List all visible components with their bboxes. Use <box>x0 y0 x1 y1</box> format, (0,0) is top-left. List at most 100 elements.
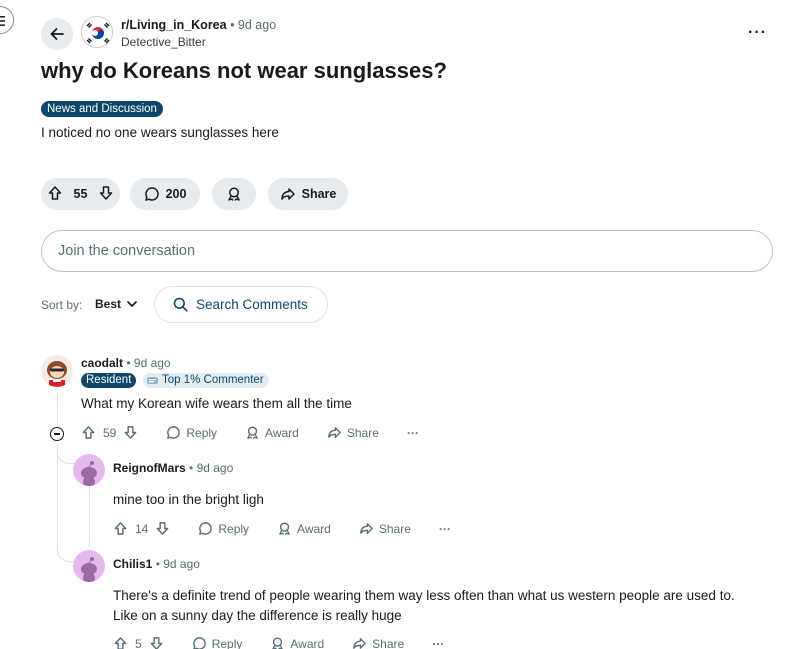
subreddit-avatar[interactable] <box>81 16 113 48</box>
comment-vote-count: 5 <box>135 636 142 649</box>
reply-button[interactable]: Reply <box>192 636 242 649</box>
downvote-icon[interactable] <box>155 521 170 536</box>
comment-vote-bar: 14 <box>113 521 170 536</box>
comment-author-line: Chilis1 • 9d ago <box>113 557 200 571</box>
post-vote-bar: 55 <box>41 178 120 210</box>
thread-line <box>57 444 58 554</box>
sort-dropdown[interactable]: Best <box>95 297 137 311</box>
share-button[interactable]: Share <box>359 521 411 536</box>
share-button[interactable]: Share <box>352 636 404 649</box>
post-more-button[interactable]: ··· <box>748 24 767 42</box>
comment-vote-count: 59 <box>103 425 117 440</box>
downvote-icon[interactable] <box>149 636 164 649</box>
collapse-thread-button[interactable] <box>50 427 64 441</box>
comment-avatar[interactable] <box>73 454 105 486</box>
comment-author[interactable]: Chilis1 <box>113 557 152 571</box>
comment-author-line: ReignofMars • 9d ago <box>113 461 233 475</box>
comment-text: mine too in the bright ligh <box>113 492 264 507</box>
award-button[interactable]: Award <box>277 521 331 536</box>
award-icon <box>272 637 284 649</box>
top-commenter-icon <box>147 377 158 384</box>
comment-text: There's a definite trend of people weari… <box>113 586 783 626</box>
arrow-left-icon <box>50 28 64 40</box>
share-icon <box>353 638 366 649</box>
post-flair[interactable]: News and Discussion <box>41 101 163 117</box>
sort-by-label: Sort by: <box>41 298 83 312</box>
comment-more-button[interactable]: ··· <box>439 522 451 536</box>
thread-line <box>89 486 90 546</box>
chevron-down-icon <box>127 301 137 307</box>
reply-label: Reply <box>218 521 250 536</box>
reply-button[interactable]: Reply <box>198 521 249 536</box>
comment-vote-bar: 5 <box>113 636 164 649</box>
upvote-icon[interactable] <box>113 636 128 649</box>
post-title: why do Koreans not wear sunglasses? <box>41 58 447 83</box>
share-button[interactable]: Share <box>268 178 348 210</box>
resident-badge: Resident <box>81 373 137 388</box>
top-commenter-label: Top 1% Commenter <box>162 374 264 386</box>
korea-flag-icon <box>82 17 112 47</box>
share-icon <box>328 427 341 438</box>
search-comments-button[interactable]: Search Comments <box>154 286 328 323</box>
award-button[interactable] <box>212 178 256 210</box>
award-button[interactable]: Award <box>270 636 324 649</box>
upvote-icon[interactable] <box>81 425 96 440</box>
award-label: Award <box>290 636 325 649</box>
share-button[interactable]: Share <box>327 425 379 440</box>
comment-time: • 9d ago <box>155 557 200 571</box>
downvote-button[interactable] <box>98 185 114 204</box>
award-label: Award <box>265 425 299 440</box>
comment-author[interactable]: ReignofMars <box>113 461 186 475</box>
comment-bubble-icon <box>144 187 159 201</box>
subreddit-link[interactable]: r/Living_in_Korea <box>121 18 227 32</box>
share-label: Share <box>346 425 379 440</box>
thread-branch <box>57 540 75 562</box>
post-author[interactable]: Detective_Bitter <box>121 35 206 49</box>
comments-button[interactable]: 200 <box>130 178 200 210</box>
reply-button[interactable]: Reply <box>166 425 217 440</box>
comment-bubble-icon <box>199 522 213 535</box>
share-label: Share <box>372 636 405 649</box>
comment-actions: 5 Reply Award Share ··· <box>113 636 444 649</box>
comment-author-line: caodalt • 9d ago <box>81 356 171 370</box>
award-button[interactable]: Award <box>245 425 299 440</box>
upvote-icon[interactable] <box>113 521 128 536</box>
comment-time: • 9d ago <box>126 356 171 370</box>
award-icon <box>228 187 240 201</box>
comment-more-button[interactable]: ··· <box>407 426 419 440</box>
reply-label: Reply <box>186 425 218 440</box>
award-icon <box>247 426 258 439</box>
post-time: • 9d ago <box>230 18 277 32</box>
comment-author[interactable]: caodalt <box>81 356 123 370</box>
thread-branch <box>57 444 75 464</box>
share-label: Share <box>301 187 337 201</box>
comment-more-button[interactable]: ··· <box>432 637 444 649</box>
downvote-icon[interactable] <box>123 425 138 440</box>
thread-line <box>57 392 58 425</box>
post-body: I noticed no one wears sunglasses here <box>41 125 279 140</box>
comment-time: • 9d ago <box>189 461 234 475</box>
menu-button[interactable] <box>0 6 14 34</box>
snoo-avatar-icon <box>73 454 105 486</box>
back-button[interactable] <box>41 18 73 50</box>
hamburger-icon <box>0 16 5 26</box>
share-icon <box>280 188 295 200</box>
share-label: Share <box>378 521 411 536</box>
award-icon <box>279 522 290 535</box>
share-icon <box>360 523 373 534</box>
comment-avatar[interactable] <box>73 550 105 582</box>
upvote-button[interactable] <box>47 185 63 204</box>
search-icon <box>173 297 188 312</box>
top-commenter-badge: Top 1% Commenter <box>143 373 269 388</box>
comment-text-line: Like on a sunny day the difference is re… <box>113 608 402 623</box>
comment-vote-count: 14 <box>135 521 149 536</box>
comment-avatar[interactable] <box>41 355 73 387</box>
subreddit-name[interactable]: r/Living_in_Korea • 9d ago <box>121 18 276 32</box>
comment-actions: 59 Reply Award Share ··· <box>81 425 419 440</box>
minus-icon <box>54 433 60 435</box>
snoo-avatar-icon <box>73 550 105 582</box>
join-conversation-input[interactable]: Join the conversation <box>41 230 773 272</box>
comment-bubble-icon <box>192 637 206 649</box>
comment-vote-bar: 59 <box>81 425 138 440</box>
award-label: Award <box>297 521 331 536</box>
